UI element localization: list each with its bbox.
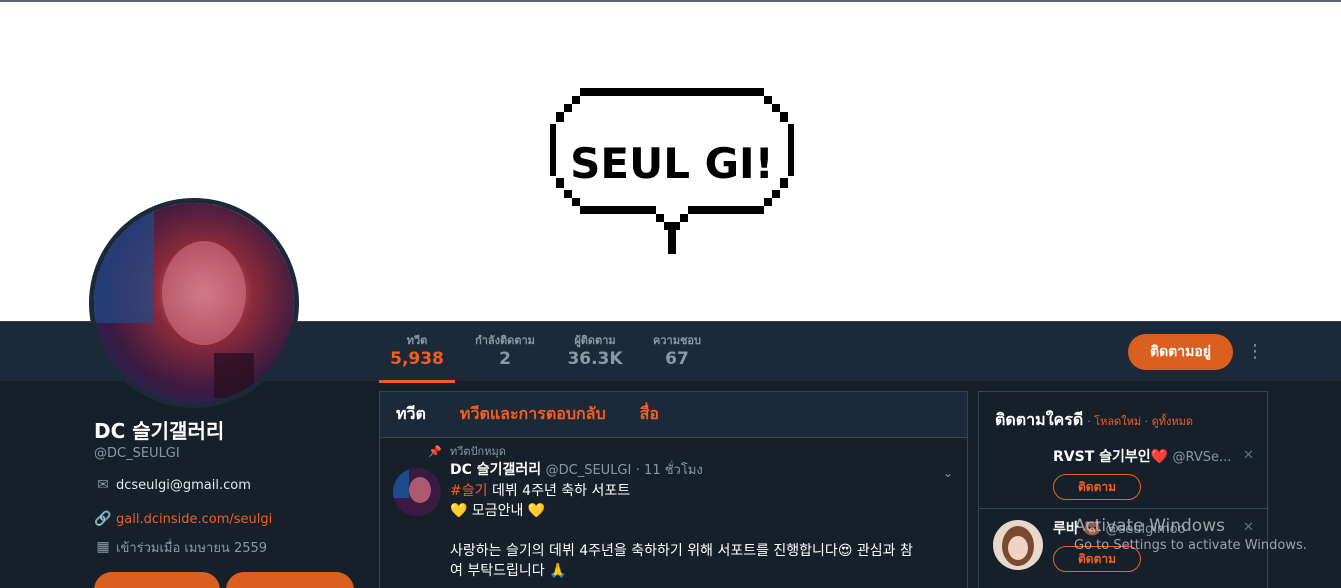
who-to-follow-links: · โหลดใหม่ · ดูทั้งหมด xyxy=(1087,412,1193,430)
suggestion-name[interactable]: 루바 🐻 xyxy=(1053,521,1101,537)
pinned-tweet[interactable]: 📌 ทวีตปักหมุด DC 슬기갤러리 @DC_SEULGI · 11 ช… xyxy=(380,438,967,581)
suggestion-avatar-image xyxy=(993,520,1043,570)
stat-label: ผู้ติดตาม xyxy=(574,334,616,347)
follow-button[interactable]: ติดตาม xyxy=(1053,546,1141,572)
profile-email: dcseulgi@gmail.com xyxy=(116,477,251,493)
profile-website-row: 🔗 gall.dcinside.com/seulgi xyxy=(94,508,364,530)
tab-tweets[interactable]: ทวีต xyxy=(396,402,426,427)
tweet-line: 💛 모금안내 💛 xyxy=(450,503,546,519)
profile-joined: เข้าร่วมเมื่อ เมษายน 2559 xyxy=(116,540,268,556)
suggestion-avatar[interactable] xyxy=(993,520,1043,570)
profile-info: DC 슬기갤러리 @DC_SEULGI ✉ dcseulgi@gmail.com… xyxy=(94,418,364,558)
tab-tweets-replies[interactable]: ทวีตและการตอบกลับ xyxy=(460,402,606,427)
tweet-header: DC 슬기갤러리 @DC_SEULGI · 11 ชั่วโมง xyxy=(450,460,951,481)
tab-media[interactable]: สื่อ xyxy=(640,402,659,427)
stat-label: ความชอบ xyxy=(652,334,702,347)
pin-icon: 📌 xyxy=(428,445,442,458)
stat-value: 67 xyxy=(665,349,689,369)
suggestion-item[interactable]: 루바 🐻 @seulgimoo ติดตาม ✕ xyxy=(979,520,1269,588)
profile-website-link[interactable]: gall.dcinside.com/seulgi xyxy=(116,512,272,527)
follow-button[interactable]: ติดตาม xyxy=(1053,474,1141,500)
tweet-avatar-image xyxy=(393,468,441,516)
envelope-icon: ✉ xyxy=(97,477,109,493)
tweet-line: 데뷔 4주년 축하 서포트 xyxy=(487,483,631,499)
close-icon[interactable]: ✕ xyxy=(1243,448,1254,463)
tweet-line: 사랑하는 슬기의 데뷔 4주년을 축하하기 위해 서포트를 진행합니다😍 관심과… xyxy=(450,543,913,559)
stat-label: ทวีต xyxy=(406,334,428,347)
pinned-label-row: 📌 ทวีตปักหมุด xyxy=(428,444,951,460)
suggestion-handle: @seulgimoo xyxy=(1105,522,1186,537)
view-all-link[interactable]: ดูทั้งหมด xyxy=(1152,415,1193,428)
tweet-hashtag[interactable]: #슬기 xyxy=(450,483,488,499)
profile-handle: @DC_SEULGI xyxy=(94,446,180,461)
stat-value: 2 xyxy=(499,349,511,369)
who-to-follow-header: ติดตามใครดี · โหลดใหม่ · ดูทั้งหมด xyxy=(979,392,1267,432)
suggestion-avatar[interactable] xyxy=(993,448,1043,498)
stat-value: 5,938 xyxy=(390,349,444,369)
suggestion-handle: @RVSe... xyxy=(1172,450,1232,465)
pinned-label: ทวีตปักหมุด xyxy=(450,445,506,458)
close-icon[interactable]: ✕ xyxy=(1243,520,1254,535)
stat-value: 36.3K xyxy=(567,349,623,369)
timeline-tabs: ทวีต ทวีตและการตอบกลับ สื่อ xyxy=(380,392,967,438)
chevron-down-icon[interactable]: ⌄ xyxy=(943,466,953,480)
suggestion-name[interactable]: RVST 슬기부인❤️ xyxy=(1053,449,1168,465)
divider xyxy=(979,508,1269,509)
who-to-follow: ติดตามใครดี · โหลดใหม่ · ดูทั้งหมด RVST … xyxy=(978,391,1269,588)
calendar-icon: ▦ xyxy=(96,539,110,555)
separator: · xyxy=(1141,415,1152,428)
suggestion-name-row: 루바 🐻 @seulgimoo xyxy=(1053,520,1186,539)
profile-name: DC 슬기갤러리 xyxy=(94,419,225,443)
tweet-line: 여 부탁드립니다 🙏 xyxy=(450,563,567,579)
profile-avatar[interactable] xyxy=(89,198,299,408)
profile-joined-row: ▦ เข้าร่วมเมื่อ เมษายน 2559 xyxy=(94,536,364,558)
profile-action-button[interactable] xyxy=(94,572,220,588)
tweet-author-name[interactable]: DC 슬기갤러리 xyxy=(450,462,541,478)
who-to-follow-title: ติดตามใครดี xyxy=(995,410,1084,429)
banner-text: SEUL GI! xyxy=(570,139,774,188)
link-icon: 🔗 xyxy=(94,511,112,527)
suggestion-name-row: RVST 슬기부인❤️ @RVSe... xyxy=(1053,448,1231,467)
stat-label: กำลังติดตาม xyxy=(475,334,535,347)
stat-likes[interactable]: ความชอบ 67 xyxy=(647,334,707,370)
more-vertical-icon[interactable]: ⋮ xyxy=(1245,339,1265,365)
avatar-image xyxy=(94,203,294,403)
tweet-text: #슬기 데뷔 4주년 축하 서포트 💛 모금안내 💛 사랑하는 슬기의 데뷔 4… xyxy=(450,481,951,581)
profile-action-button[interactable] xyxy=(226,572,354,588)
timeline: ทวีต ทวีตและการตอบกลับ สื่อ 📌 ทวีตปักหมุ… xyxy=(379,391,968,588)
following-button[interactable]: ติดตามอยู่ xyxy=(1128,334,1233,370)
tweet-author-handle[interactable]: @DC_SEULGI xyxy=(546,463,632,478)
profile-email-row: ✉ dcseulgi@gmail.com xyxy=(94,474,364,496)
refresh-link[interactable]: โหลดใหม่ xyxy=(1094,415,1141,428)
stat-tweets[interactable]: ทวีต 5,938 xyxy=(379,334,455,383)
stat-following[interactable]: กำลังติดตาม 2 xyxy=(468,334,542,370)
tweet-time[interactable]: · 11 ชั่วโมง xyxy=(636,463,703,478)
speech-bubble-logo: SEUL GI! xyxy=(550,88,794,254)
tweet-avatar[interactable] xyxy=(393,468,441,516)
stat-followers[interactable]: ผู้ติดตาม 36.3K xyxy=(565,334,625,370)
